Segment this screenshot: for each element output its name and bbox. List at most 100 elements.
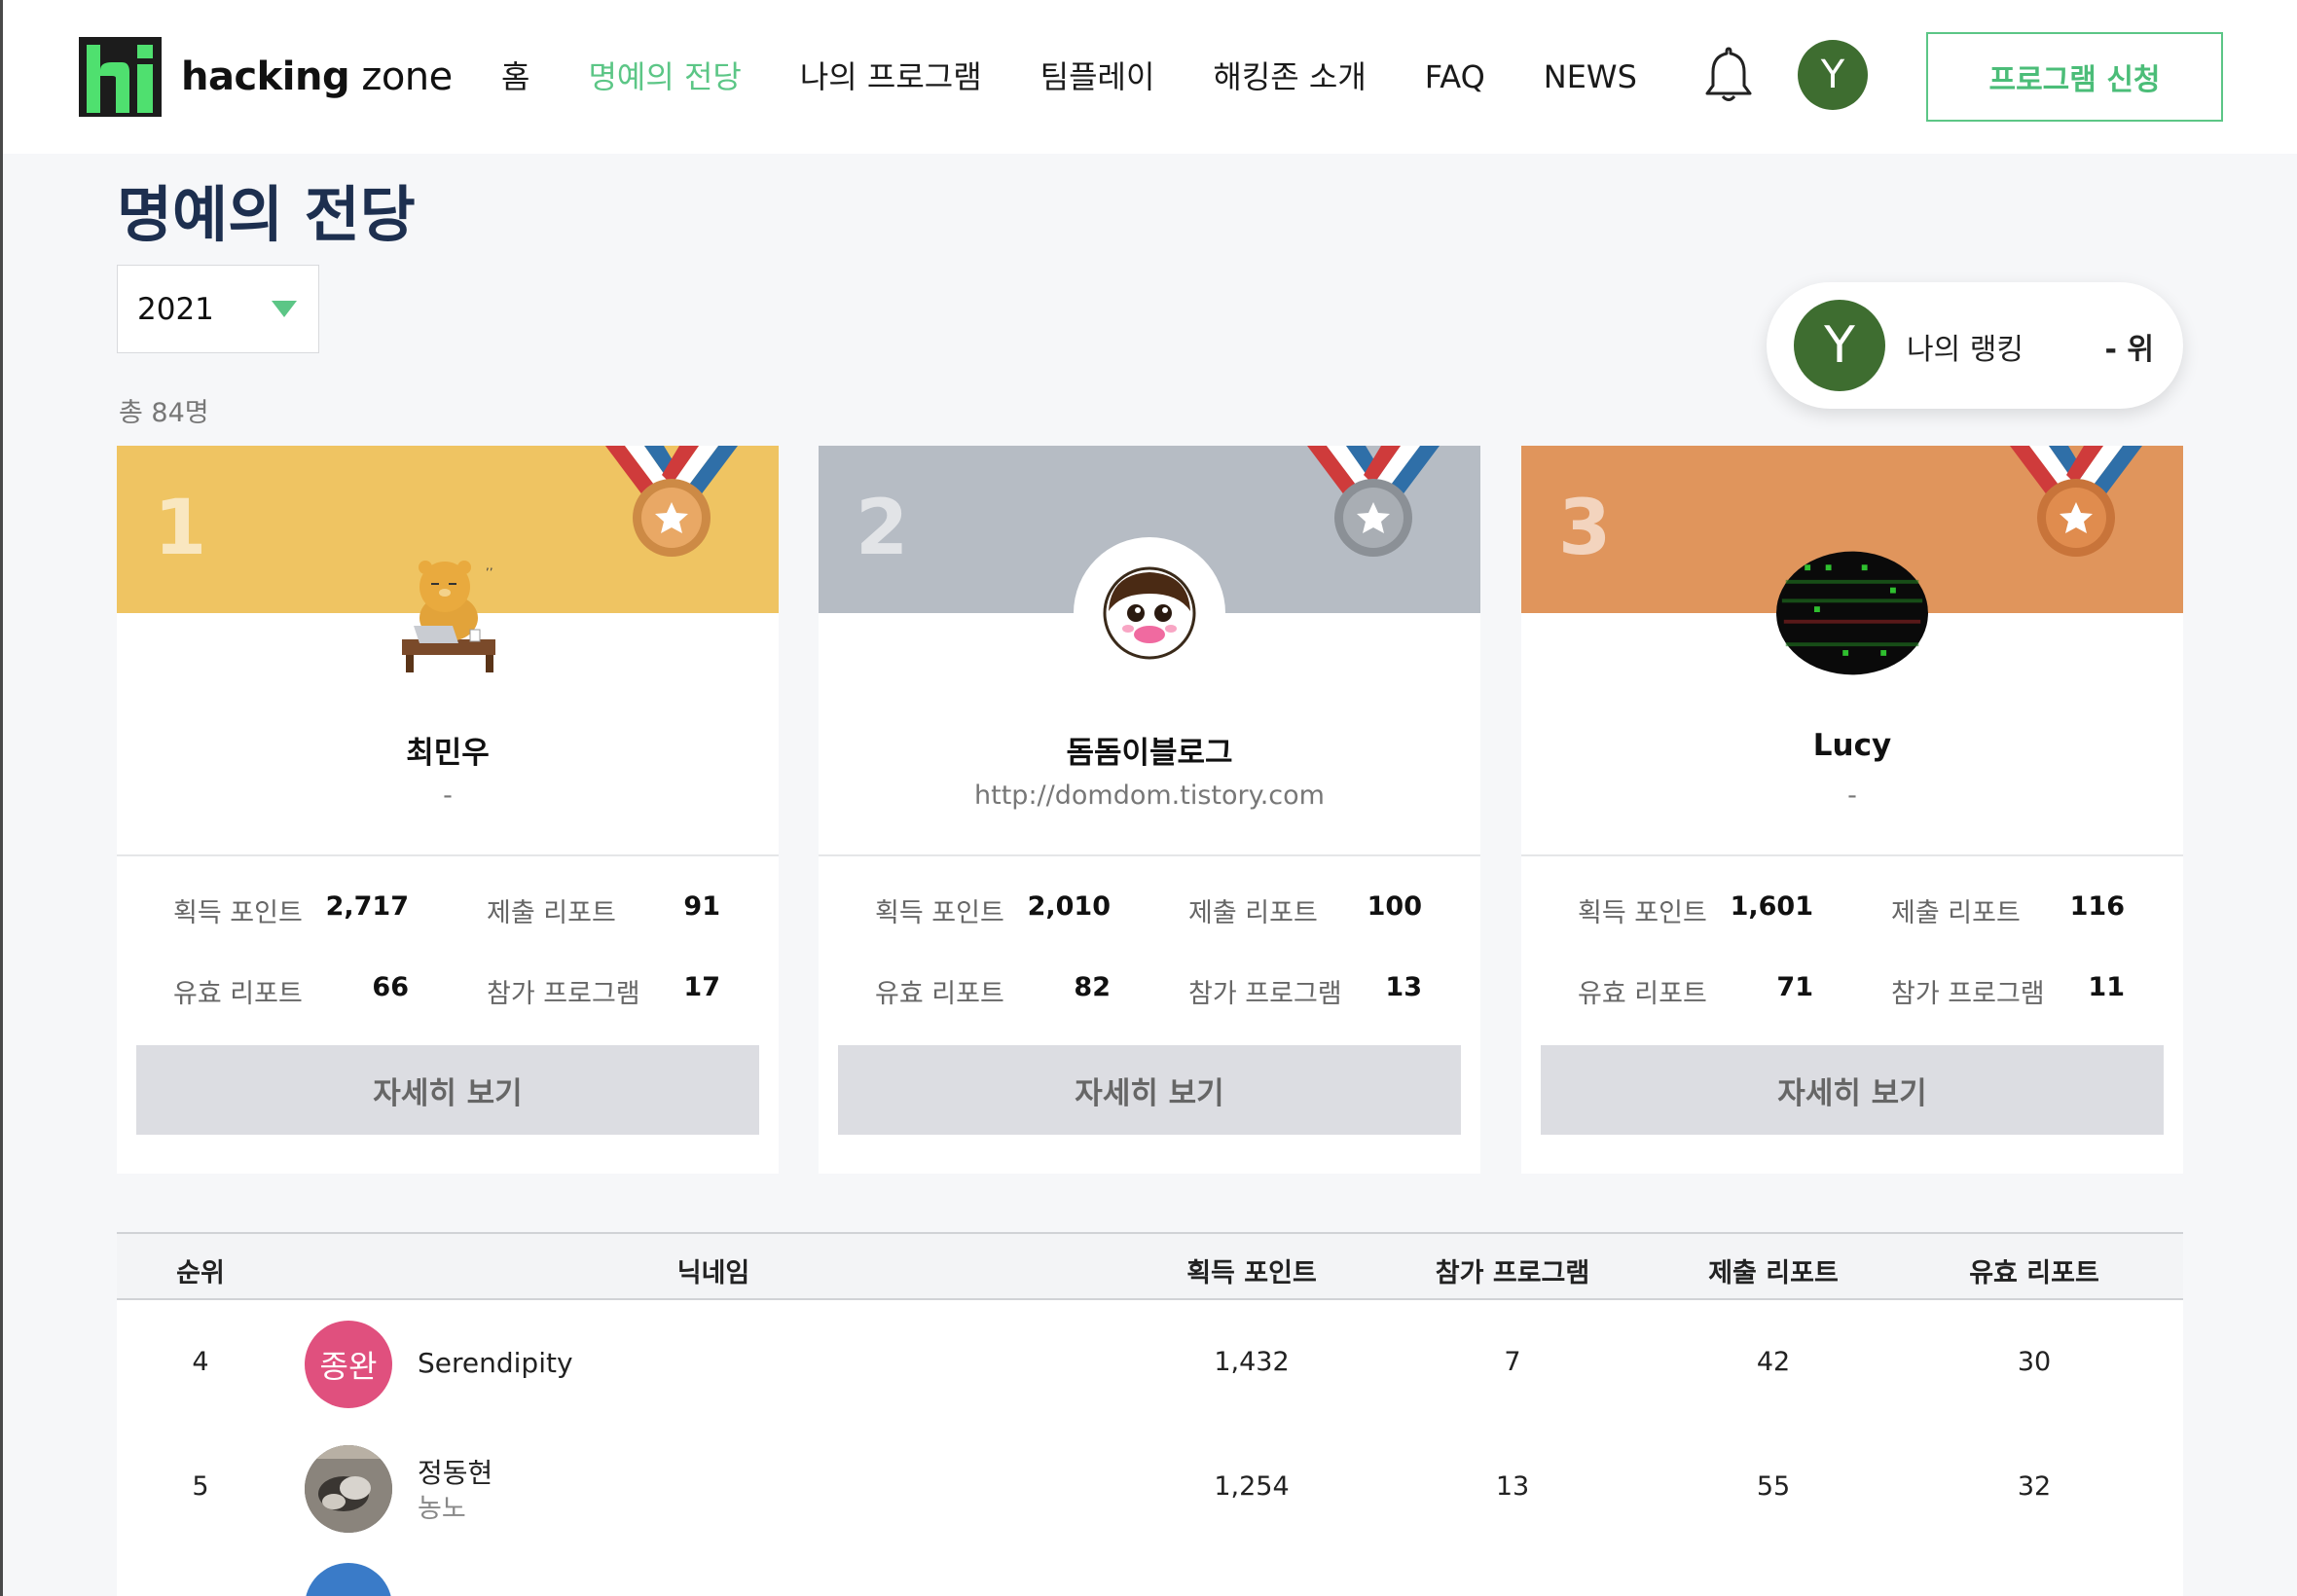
row-avatar: 종완	[305, 1321, 392, 1408]
row-points: 1,432	[1214, 1347, 1290, 1377]
stat-label-programs: 참가 프로그램	[487, 979, 640, 1009]
table-row[interactable]: 4 종완 Serendipity 1,432 7 42 30	[117, 1302, 2183, 1427]
rank-number: 1	[154, 485, 207, 572]
medal-icon	[605, 446, 738, 557]
column-header-reports: 제출 리포트	[1708, 1258, 1839, 1288]
profile-avatar: ,,	[372, 537, 524, 689]
cat-photo-icon	[305, 1445, 392, 1533]
podium-name: Lucy	[1812, 728, 1892, 763]
row-avatar	[305, 1445, 392, 1533]
page-title: 명예의 전당	[117, 179, 416, 250]
my-ranking-label: 나의 랭킹	[1907, 333, 2024, 367]
row-reports: 42	[1756, 1347, 1791, 1377]
view-details-button[interactable]: 자세히 보기	[838, 1045, 1461, 1135]
year-select[interactable]: 2021	[117, 265, 319, 353]
table-header: 순위 닉네임 획득 포인트 참가 프로그램 제출 리포트 유효 리포트	[117, 1232, 2183, 1300]
stat-value-valid: 82	[1074, 972, 1111, 1002]
stat-value-programs: 13	[1385, 972, 1422, 1002]
nav-teamplay[interactable]: 팀플레이	[1040, 53, 1155, 101]
logo[interactable]: hacking zone	[79, 37, 453, 117]
my-ranking-avatar: Y	[1794, 300, 1885, 391]
row-avatar-partial	[305, 1563, 392, 1596]
view-details-button[interactable]: 자세히 보기	[1541, 1045, 2164, 1135]
nav-news[interactable]: NEWS	[1544, 53, 1637, 101]
nav-home[interactable]: 홈	[501, 53, 529, 101]
stat-value-programs: 17	[683, 972, 720, 1002]
nav-faq[interactable]: FAQ	[1425, 53, 1485, 101]
nav-hall-of-fame[interactable]: 명예의 전당	[588, 53, 741, 101]
podium-card-3: 3 Lucy - 획득 포인트 1,601 제출 리포트 116 유효 리포트 …	[1521, 446, 2183, 1174]
stat-label-reports: 제출 리포트	[1891, 898, 2021, 928]
stat-value-valid: 71	[1776, 972, 1813, 1002]
column-header-points: 획득 포인트	[1186, 1258, 1317, 1288]
stat-label-points: 획득 포인트	[1578, 898, 1707, 928]
row-programs: 7	[1504, 1347, 1521, 1377]
stat-value-points: 2,717	[325, 891, 409, 922]
podium-subtitle-link[interactable]: http://domdom.tistory.com	[819, 780, 1480, 811]
row-valid: 30	[2017, 1347, 2052, 1377]
podium-name: 돔돔이블로그	[1066, 736, 1233, 771]
view-details-button[interactable]: 자세히 보기	[136, 1045, 759, 1135]
rank-number: 3	[1558, 485, 1612, 572]
year-select-value: 2021	[137, 291, 214, 327]
column-header-valid: 유효 리포트	[1969, 1258, 2099, 1288]
stat-value-reports: 116	[2069, 891, 2125, 922]
window-edge	[0, 0, 3, 1596]
divider	[117, 854, 779, 856]
medal-icon	[1307, 446, 1440, 557]
divider	[819, 854, 1480, 856]
column-header-nickname: 닉네임	[676, 1258, 750, 1288]
stat-value-reports: 91	[683, 891, 720, 922]
row-nickname: 정동현	[418, 1457, 493, 1489]
hacker-code-avatar-icon	[1776, 551, 1928, 675]
row-programs: 13	[1495, 1471, 1530, 1502]
row-reports: 55	[1756, 1471, 1791, 1502]
podium-card-2: 2 돔돔이블로그 http://domdom.tistory.com 획득 포인…	[819, 446, 1480, 1174]
profile-avatar	[1074, 537, 1225, 689]
nav-my-program[interactable]: 나의 프로그램	[800, 53, 982, 101]
main-nav: 홈 명예의 전당 나의 프로그램 팀플레이 해킹존 소개 FAQ NEWS	[501, 53, 1695, 101]
stat-label-reports: 제출 리포트	[487, 898, 616, 928]
stat-label-reports: 제출 리포트	[1188, 898, 1318, 928]
caret-down-icon	[272, 301, 297, 317]
stat-label-programs: 참가 프로그램	[1188, 979, 1342, 1009]
row-rank: 5	[192, 1471, 209, 1502]
row-points: 1,254	[1214, 1471, 1290, 1502]
podium-subtitle: -	[1847, 780, 1857, 811]
program-apply-button[interactable]: 프로그램 신청	[1926, 32, 2223, 122]
character-avatar-icon	[1103, 566, 1196, 660]
my-ranking-card[interactable]: Y 나의 랭킹 - 위	[1767, 282, 2183, 409]
total-count: 총 84명	[119, 398, 209, 428]
podium-name: 최민우	[406, 736, 490, 771]
user-avatar[interactable]: Y	[1798, 40, 1868, 110]
nav-about[interactable]: 해킹존 소개	[1213, 53, 1366, 101]
stat-label-valid: 유효 리포트	[173, 979, 303, 1009]
column-header-programs: 참가 프로그램	[1435, 1258, 1590, 1288]
stat-value-programs: 11	[2088, 972, 2125, 1002]
row-rank: 4	[192, 1347, 209, 1377]
stat-label-valid: 유효 리포트	[875, 979, 1004, 1009]
stat-value-valid: 66	[372, 972, 409, 1002]
stat-value-reports: 100	[1367, 891, 1422, 922]
stat-label-points: 획득 포인트	[173, 898, 303, 928]
stat-value-points: 2,010	[1027, 891, 1111, 922]
svg-text:,,: ,,	[486, 559, 493, 572]
stat-label-programs: 참가 프로그램	[1891, 979, 2045, 1009]
table-row[interactable]: 5 정동현 농노 1,254 13 55 32	[117, 1427, 2183, 1551]
bell-icon[interactable]	[1701, 45, 1756, 105]
rank-number: 2	[856, 485, 909, 572]
podium-card-1: 1 ,, 최민우 - 획득 포인트 2,717 제출 리포트 91 유효 리포트…	[117, 446, 779, 1174]
podium-subtitle: -	[443, 780, 453, 811]
ranking-table: 순위 닉네임 획득 포인트 참가 프로그램 제출 리포트 유효 리포트 4 종완…	[117, 1232, 2183, 1596]
row-valid: 32	[2017, 1471, 2052, 1502]
medal-icon	[2010, 446, 2142, 557]
stat-value-points: 1,601	[1730, 891, 1813, 922]
divider	[1521, 854, 2183, 856]
profile-avatar	[1776, 537, 1928, 689]
logo-text: hacking zone	[181, 54, 453, 99]
logo-mark-icon	[79, 37, 162, 117]
character-avatar-icon: ,,	[402, 559, 495, 672]
top-header: hacking zone 홈 명예의 전당 나의 프로그램 팀플레이 해킹존 소…	[3, 0, 2297, 154]
my-ranking-value: - 위	[2104, 333, 2155, 367]
stat-label-valid: 유효 리포트	[1578, 979, 1707, 1009]
